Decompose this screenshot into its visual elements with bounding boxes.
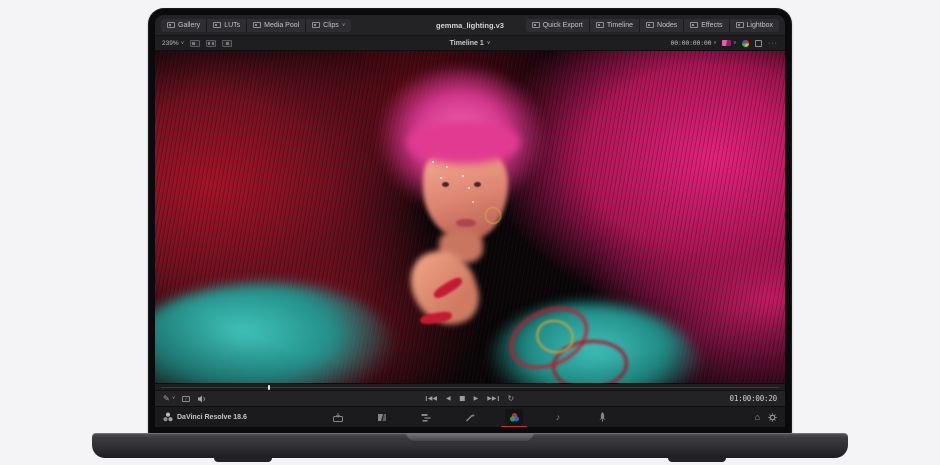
lid-opening-notch [406,433,534,442]
cut-page-icon [377,413,387,422]
scrubber-track [161,387,779,388]
quick-export-button[interactable]: Quick Export [526,19,590,32]
effects-icon [690,22,698,28]
viewer-overflow-menu[interactable]: ··· [768,40,778,47]
viewer-scrubber[interactable] [155,383,785,390]
chevron-down-icon: ∨ [172,396,176,401]
chevron-down-icon: ∨ [733,41,736,46]
lightbox-button[interactable]: Lightbox [730,19,779,32]
viewer-options-bar: 239% ∨ Timeline 1 ∨ 00:00:00:00 ∨ [155,36,785,51]
transport-controls: ◀◀ ◀ ▶ ▶▶ ↻ [426,395,514,403]
source-timecode-value: 00:00:00:00 [671,39,712,47]
tab-fusion[interactable] [461,409,479,426]
gallery-icon [167,22,175,28]
transport-bar: ✎ ∨ ◀◀ ◀ ▶ ▶▶ ↻ 01:0 [155,390,785,406]
page-tabs: ♪ [329,407,611,427]
workspace-toggle-group: Quick Export Timeline Nodes Effects [526,19,779,32]
stop-button[interactable] [460,396,465,401]
go-to-end-button[interactable]: ▶▶ [487,396,498,402]
play-button[interactable]: ▶ [474,396,479,402]
luts-button[interactable]: LUTs [207,19,247,32]
tab-cut[interactable] [373,409,391,426]
expand-viewer-icon[interactable] [755,40,762,47]
quick-export-icon [532,22,540,28]
fairlight-page-icon: ♪ [556,413,561,422]
viewer-zoom-select[interactable]: 239% ∨ [162,40,184,47]
app-version-label: DaVinci Resolve 18.6 [177,414,247,421]
tab-deliver[interactable] [593,409,611,426]
photo-vignette [155,51,785,383]
fusion-page-icon [465,413,475,422]
clips-icon [312,22,320,28]
resolve-logo-icon [163,412,173,422]
loop-button[interactable]: ↻ [508,395,515,403]
page-navigation-bar: DaVinci Resolve 18.6 [155,406,785,427]
edit-page-icon [421,413,431,422]
system-buttons: ⌂ [755,413,777,422]
chevron-down-icon: ∨ [342,23,346,28]
timeline-button[interactable]: Timeline [590,19,640,32]
viewer-wipe-mode-icon[interactable] [222,40,232,47]
gallery-button[interactable]: Gallery [161,19,207,32]
pen-icon: ✎ [163,395,170,403]
top-toolbar: Gallery LUTs Media Pool Clips ∨ [155,15,785,36]
wipe-style-icon [722,40,731,46]
viewer-single-mode-icon[interactable] [190,40,200,47]
nodes-label: Nodes [657,22,677,29]
viewer-panel [155,51,785,383]
nodes-button[interactable]: Nodes [640,19,684,32]
nodes-icon [646,22,654,28]
tab-edit[interactable] [417,409,435,426]
chevron-down-icon: ∨ [181,41,185,46]
tab-fairlight[interactable]: ♪ [549,409,567,426]
color-page-icon [509,412,520,423]
media-page-icon [333,413,343,422]
effects-button[interactable]: Effects [684,19,729,32]
project-manager-icon[interactable]: ⌂ [755,413,760,422]
timeline-selector-label: Timeline 1 [450,40,484,47]
tab-media[interactable] [329,409,347,426]
timeline-label: Timeline [607,22,633,29]
color-viewer-icon[interactable] [742,40,749,47]
wipe-style-select[interactable]: ∨ [722,40,736,46]
timeline-timecode: 01:00:00:20 [730,394,777,403]
media-pool-label: Media Pool [264,22,299,29]
chevron-down-icon: ∨ [713,41,716,46]
source-timecode-select[interactable]: 00:00:00:00 ∨ [671,39,717,47]
laptop-screen-bezel: Gallery LUTs Media Pool Clips ∨ [148,8,792,435]
tab-color[interactable] [505,409,523,426]
macbook-pro: Gallery LUTs Media Pool Clips ∨ [0,0,940,465]
gallery-label: Gallery [178,22,200,29]
viewer-zoom-value: 239% [162,40,179,47]
go-to-start-button[interactable]: ◀◀ [426,396,437,402]
davinci-resolve-window: Gallery LUTs Media Pool Clips ∨ [155,15,785,427]
app-brand: DaVinci Resolve 18.6 [163,412,247,422]
luts-icon [213,22,221,28]
step-back-button[interactable]: ◀ [446,396,451,402]
clips-label: Clips [323,22,339,29]
quick-export-label: Quick Export [543,22,583,29]
lightbox-label: Lightbox [747,22,773,29]
timeline-selector[interactable]: Timeline 1 ∨ [450,40,491,47]
viewer-image [155,51,785,383]
chevron-down-icon: ∨ [487,41,491,46]
timeline-icon [596,22,604,28]
image-wipe-icon[interactable] [182,396,190,402]
project-title: gemma_lighting.v3 [436,21,504,30]
draw-tool-button[interactable]: ✎ ∨ [163,395,175,403]
lightbox-icon [736,22,744,28]
panel-toggle-group: Gallery LUTs Media Pool Clips ∨ [161,19,351,32]
settings-gear-icon[interactable] [768,413,777,422]
speaker-icon[interactable] [197,395,207,403]
effects-label: Effects [701,22,722,29]
luts-label: LUTs [224,22,240,29]
media-pool-button[interactable]: Media Pool [247,19,306,32]
laptop-base [92,433,848,458]
media-pool-icon [253,22,261,28]
clips-button[interactable]: Clips ∨ [306,19,351,32]
viewer-split-mode-icon[interactable] [206,40,216,47]
deliver-page-icon [598,412,607,422]
